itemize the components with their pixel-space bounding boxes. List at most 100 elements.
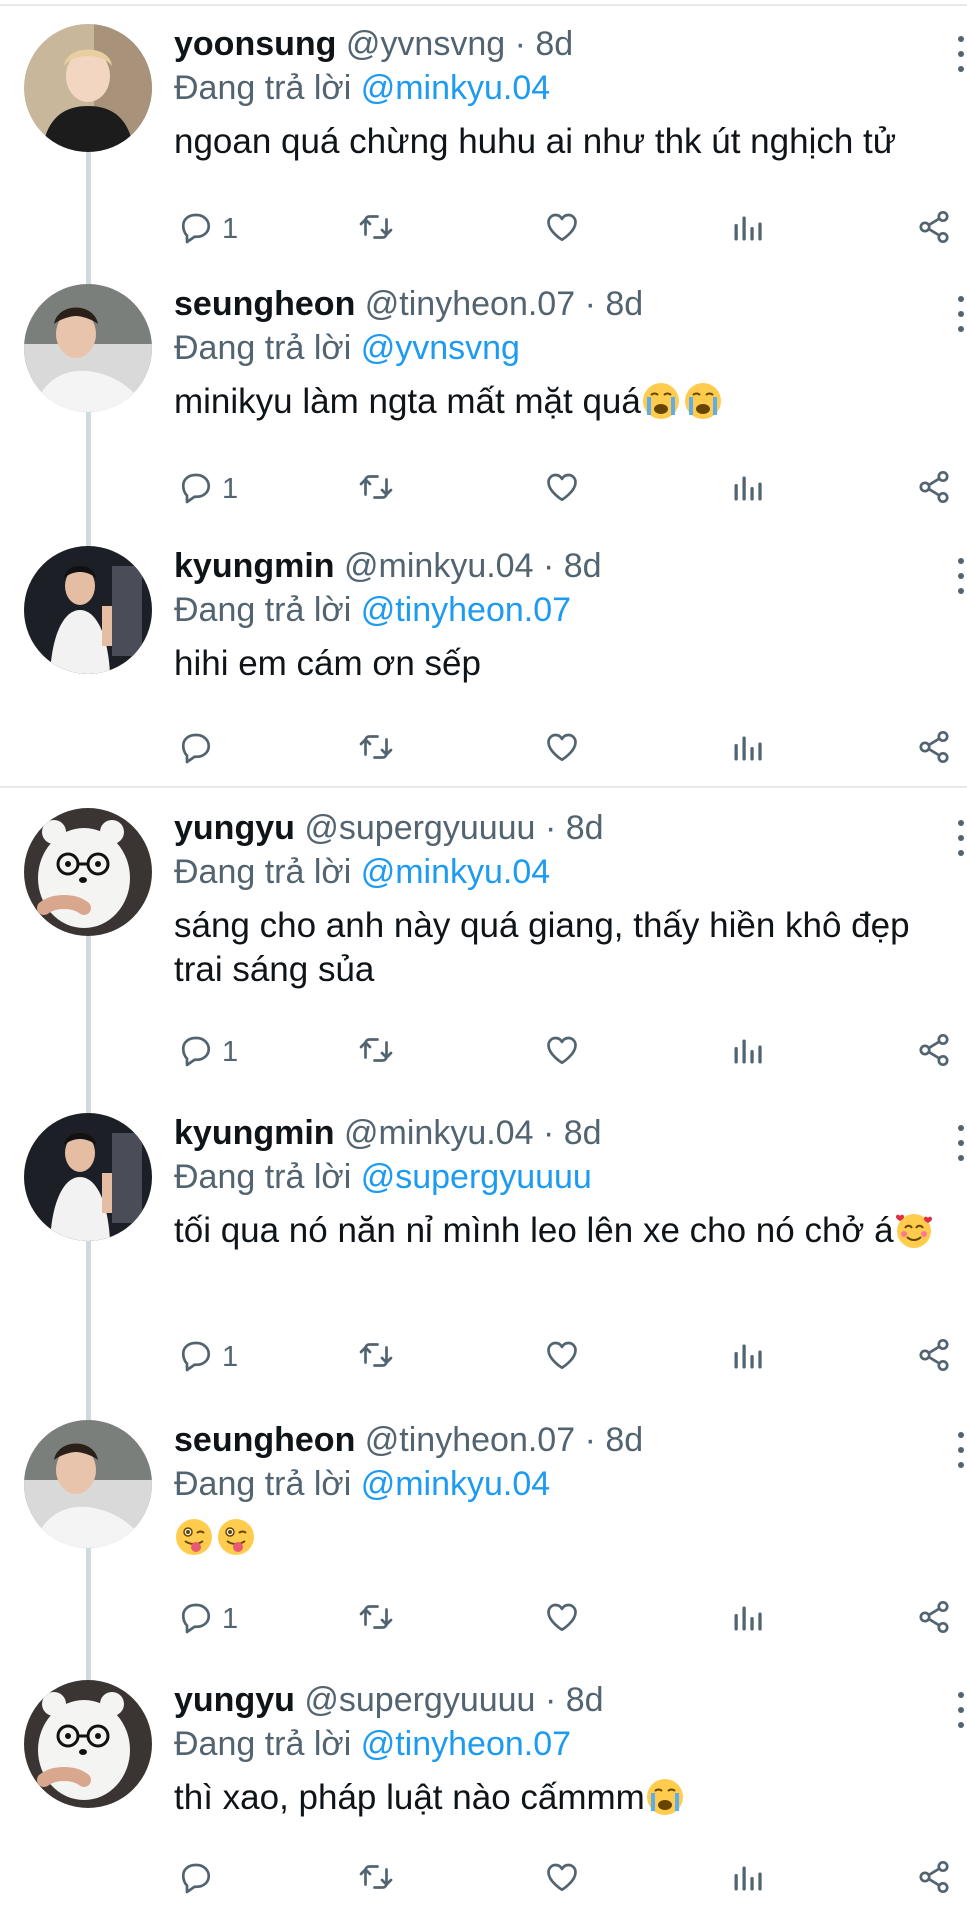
display-name[interactable]: yungyu — [174, 809, 295, 847]
reply-button[interactable]: 1 — [178, 1335, 238, 1379]
mention-link[interactable]: @supergyuuuu — [361, 1158, 592, 1196]
timestamp[interactable]: 8d — [566, 1681, 604, 1719]
mention-link[interactable]: @minkyu.04 — [361, 69, 550, 107]
display-name[interactable]: kyungmin — [174, 547, 335, 585]
reply-button[interactable] — [178, 727, 222, 771]
replying-to: Đang trả lời @tinyheon.07 — [174, 1724, 967, 1768]
like-button[interactable] — [544, 727, 580, 771]
reply-icon — [178, 1599, 214, 1640]
avatar[interactable] — [24, 808, 152, 936]
share-button[interactable] — [916, 1335, 952, 1379]
avatar[interactable] — [24, 1680, 152, 1808]
reply-button[interactable]: 1 — [178, 467, 238, 511]
display-name[interactable]: yoonsung — [174, 25, 336, 63]
avatar[interactable] — [24, 1113, 152, 1241]
share-button[interactable] — [916, 1030, 952, 1074]
views-button[interactable] — [730, 1597, 766, 1641]
display-name[interactable]: kyungmin — [174, 1114, 335, 1152]
more-icon[interactable] — [957, 36, 965, 72]
views-button[interactable] — [730, 1335, 766, 1379]
tweet-text-body: hihi em cám ơn sếp — [174, 644, 481, 683]
timestamp[interactable]: 8d — [535, 25, 573, 63]
mention-link[interactable]: @yvnsvng — [361, 329, 520, 367]
timestamp[interactable]: 8d — [605, 1421, 643, 1459]
reply-button[interactable]: 1 — [178, 207, 238, 251]
like-button[interactable] — [544, 1030, 580, 1074]
share-button[interactable] — [916, 1597, 952, 1641]
tweet-header: yungyu @supergyuuuu · 8d — [174, 808, 967, 852]
retweet-button[interactable] — [358, 467, 394, 511]
views-button[interactable] — [730, 467, 766, 511]
tweet-header: seungheon @tinyheon.07 · 8d — [174, 1420, 967, 1464]
more-icon[interactable] — [957, 1692, 965, 1728]
like-button[interactable] — [544, 467, 580, 511]
timestamp[interactable]: 8d — [605, 285, 643, 323]
more-icon[interactable] — [957, 1432, 965, 1468]
retweet-button[interactable] — [358, 1597, 394, 1641]
tweet-actions: 1 — [174, 467, 967, 511]
retweet-button[interactable] — [358, 727, 394, 771]
separator-dot: · — [584, 285, 596, 323]
like-button[interactable] — [544, 1597, 580, 1641]
loudly-crying-face-emoji — [641, 381, 681, 421]
mention-link[interactable]: @minkyu.04 — [361, 1465, 550, 1503]
timestamp[interactable]: 8d — [566, 809, 604, 847]
reply-button[interactable] — [178, 1857, 222, 1901]
retweet-button[interactable] — [358, 1030, 394, 1074]
loudly-crying-face-emoji — [645, 1777, 685, 1817]
like-button[interactable] — [544, 207, 580, 251]
mention-link[interactable]: @tinyheon.07 — [361, 1725, 571, 1763]
display-name[interactable]: yungyu — [174, 1681, 295, 1719]
retweet-button[interactable] — [358, 1857, 394, 1901]
retweet-button[interactable] — [358, 207, 394, 251]
like-button[interactable] — [544, 1335, 580, 1379]
avatar[interactable] — [24, 24, 152, 152]
share-button[interactable] — [916, 1857, 952, 1901]
retweet-button[interactable] — [358, 1335, 394, 1379]
share-button[interactable] — [916, 207, 952, 251]
thread-connector-line — [86, 1241, 91, 1422]
mention-link[interactable]: @tinyheon.07 — [361, 591, 571, 629]
share-button[interactable] — [916, 727, 952, 771]
reply-button[interactable]: 1 — [178, 1597, 238, 1641]
like-button[interactable] — [544, 1857, 580, 1901]
views-icon — [730, 469, 766, 510]
share-icon — [916, 1337, 952, 1378]
retweet-icon — [358, 1859, 394, 1900]
user-handle[interactable]: @tinyheon.07 — [365, 285, 575, 323]
separator-dot: · — [542, 1114, 555, 1152]
reply-button[interactable]: 1 — [178, 1030, 238, 1074]
mention-link[interactable]: @minkyu.04 — [361, 853, 550, 891]
thread-connector-line — [86, 930, 91, 1115]
more-icon[interactable] — [957, 558, 965, 594]
views-button[interactable] — [730, 727, 766, 771]
tweet-text-body: sáng cho anh này quá giang, thấy hiền kh… — [174, 906, 910, 989]
display-name[interactable]: seungheon — [174, 285, 355, 323]
more-icon[interactable] — [957, 1125, 965, 1161]
views-button[interactable] — [730, 1030, 766, 1074]
display-name[interactable]: seungheon — [174, 1421, 355, 1459]
tweet-actions: 1 — [174, 1597, 967, 1641]
avatar[interactable] — [24, 1420, 152, 1548]
tweet-text-body: tối qua nó năn nỉ mình leo lên xe cho nó… — [174, 1211, 894, 1250]
views-button[interactable] — [730, 207, 766, 251]
more-icon[interactable] — [957, 296, 965, 332]
more-icon[interactable] — [957, 820, 965, 856]
share-button[interactable] — [916, 467, 952, 511]
tweet-content: seungheon @tinyheon.07 · 8d Đang trả lời … — [174, 284, 967, 424]
user-handle[interactable]: @supergyuuuu — [304, 809, 535, 847]
timestamp[interactable]: 8d — [564, 1114, 602, 1152]
avatar[interactable] — [24, 546, 152, 674]
reply-count: 1 — [222, 1035, 239, 1068]
reply-icon — [178, 1337, 214, 1378]
timestamp[interactable]: 8d — [564, 547, 602, 585]
separator-dot: · — [584, 1421, 596, 1459]
user-handle[interactable]: @supergyuuuu — [304, 1681, 535, 1719]
user-handle[interactable]: @minkyu.04 — [344, 547, 533, 585]
user-handle[interactable]: @yvnsvng — [346, 25, 505, 63]
views-icon — [730, 1859, 766, 1900]
user-handle[interactable]: @minkyu.04 — [344, 1114, 533, 1152]
views-button[interactable] — [730, 1857, 766, 1901]
avatar[interactable] — [24, 284, 152, 412]
user-handle[interactable]: @tinyheon.07 — [365, 1421, 575, 1459]
